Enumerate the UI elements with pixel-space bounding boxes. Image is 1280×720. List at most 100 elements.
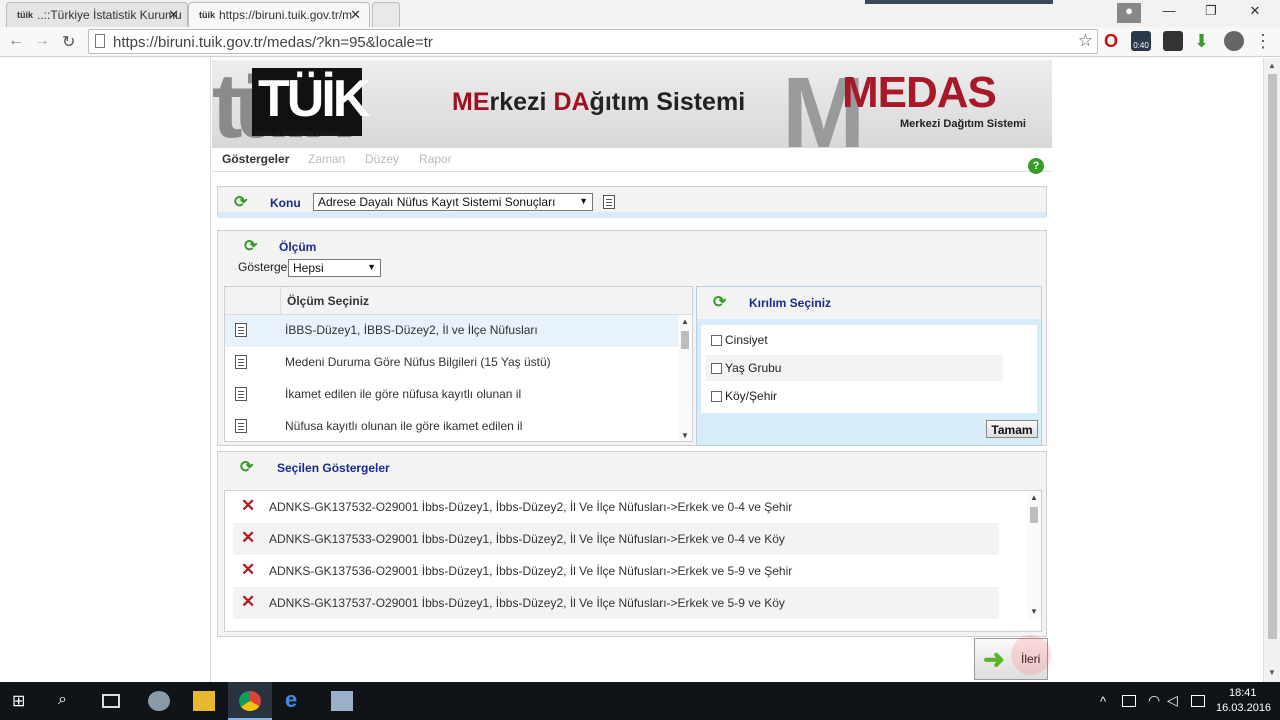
medas-logo: MEDAS	[842, 68, 997, 117]
tab-close-icon[interactable]: ✕	[168, 7, 179, 23]
chevron-down-icon: ▼	[579, 196, 588, 206]
secilen-list-scrollbar[interactable]: ▲ ▼	[1027, 491, 1041, 619]
browser-tab-biruni[interactable]: tüik https://biruni.tuik.gov.tr/m ✕	[188, 2, 370, 27]
page-info-icon[interactable]	[95, 34, 105, 48]
chrome-icon	[239, 691, 261, 711]
notifications-icon[interactable]	[1191, 695, 1205, 707]
list-item[interactable]: Medeni Duruma Göre Nüfus Bilgileri (15 Y…	[225, 347, 678, 379]
browser-tab-title: https://biruni.tuik.gov.tr/m	[219, 8, 353, 22]
scroll-thumb[interactable]	[1030, 507, 1038, 523]
volume-icon[interactable]: ◁	[1167, 692, 1178, 709]
konu-select[interactable]: Adrese Dayalı Nüfus Kayıt Sistemi Sonuçl…	[313, 193, 593, 211]
scroll-up-icon[interactable]: ▲	[1030, 493, 1038, 502]
new-tab-button[interactable]	[372, 2, 400, 27]
task-view-icon[interactable]	[102, 694, 120, 708]
screen-extension-icon[interactable]	[1163, 31, 1183, 51]
profile-icon[interactable]: ●	[1117, 3, 1141, 23]
document-icon	[235, 387, 247, 401]
address-bar[interactable]: https://biruni.tuik.gov.tr/medas/?kn=95&…	[88, 29, 1098, 54]
close-window-button[interactable]: ✕	[1240, 3, 1270, 23]
reload-icon[interactable]: ↻	[62, 32, 75, 52]
kirilim-option-koy-sehir[interactable]: Köy/Şehir	[705, 383, 1003, 409]
forward-arrow-icon[interactable]: →	[34, 32, 50, 50]
olcum-list-scrollbar[interactable]: ▲ ▼	[678, 315, 692, 441]
kirilim-panel: ⟳ Kırılım Seçiniz Cinsiyet Yaş Grubu Köy…	[696, 286, 1042, 446]
ileri-button[interactable]: ➜ İleri	[974, 635, 1051, 680]
opera-extension-icon[interactable]: O	[1104, 31, 1124, 51]
delete-x-icon[interactable]: ✕	[241, 592, 255, 612]
page-scrollbar[interactable]: ▲ ▼	[1263, 58, 1280, 682]
app-icon[interactable]	[148, 691, 170, 711]
internet-explorer-icon[interactable]: e	[285, 687, 307, 712]
document-icon	[235, 419, 247, 433]
file-explorer-icon[interactable]	[193, 691, 215, 711]
browser-tab-tuik-home[interactable]: tüik ..::Türkiye İstatistik Kurumu ✕	[6, 2, 188, 27]
minimize-button[interactable]: —	[1154, 3, 1184, 23]
checkbox[interactable]	[711, 363, 722, 374]
search-icon[interactable]: ⌕	[58, 691, 80, 711]
back-arrow-icon[interactable]: ←	[8, 32, 24, 50]
delete-x-icon[interactable]: ✕	[241, 496, 255, 516]
tab-gostergeler[interactable]: Göstergeler	[222, 152, 289, 166]
wifi-icon[interactable]: ◠	[1148, 692, 1160, 709]
secilen-label: Seçilen Göstergeler	[277, 461, 390, 475]
list-item[interactable]: İBBS-Düzey1, İBBS-Düzey2, İl ve İlçe Nüf…	[225, 315, 678, 347]
gosterge-select[interactable]: Hepsi ▼	[288, 259, 381, 277]
refresh-icon[interactable]: ⟳	[244, 239, 260, 255]
document-icon[interactable]	[603, 195, 615, 209]
scroll-up-icon[interactable]: ▲	[1268, 61, 1276, 70]
medas-banner: tüik TÜİK TÜRKİYE İSTATİSTİK KURUMU MErk…	[212, 60, 1052, 148]
tuik-logo-subtitle: TÜRKİYE İSTATİSTİK KURUMU	[254, 132, 343, 138]
scroll-thumb[interactable]	[681, 331, 689, 349]
restore-button[interactable]: ❐	[1196, 3, 1226, 23]
taskbar-date[interactable]: 16.03.2016	[1216, 702, 1271, 714]
table-row[interactable]: ✕ ADNKS-GK137533-O29001 İbbs-Düzey1, İbbs…	[233, 523, 999, 555]
battery-icon[interactable]	[1122, 695, 1136, 707]
scroll-down-icon[interactable]: ▼	[1268, 668, 1276, 677]
timer-extension-icon[interactable]: 0:40	[1131, 31, 1151, 51]
refresh-icon[interactable]: ⟳	[240, 460, 256, 476]
konu-label: Konu	[270, 196, 301, 210]
page-scroll-thumb[interactable]	[1268, 74, 1277, 639]
app-icon[interactable]	[331, 691, 353, 711]
list-item[interactable]: Nüfusa kayıtlı olunan ile göre ikamet ed…	[225, 411, 678, 441]
bookmark-star-icon[interactable]: ☆	[1078, 31, 1093, 51]
kirilim-option-yas-grubu[interactable]: Yaş Grubu	[705, 355, 1003, 381]
help-icon[interactable]: ?	[1028, 158, 1044, 174]
gosterge-label: Gösterge	[238, 260, 288, 274]
scroll-down-icon[interactable]: ▼	[1030, 607, 1038, 616]
table-row[interactable]: ✕ ADNKS-GK137532-O29001 İbbs-Düzey1, İbbs…	[233, 491, 999, 523]
secilen-list: ✕ ADNKS-GK137532-O29001 İbbs-Düzey1, İbbs…	[224, 490, 1042, 632]
taskbar-time[interactable]: 18:41	[1229, 687, 1257, 699]
checkbox[interactable]	[711, 335, 722, 346]
chrome-menu-icon[interactable]: ⋮	[1254, 31, 1274, 51]
delete-x-icon[interactable]: ✕	[241, 528, 255, 548]
refresh-icon[interactable]: ⟳	[234, 195, 250, 211]
table-row[interactable]: ✕ ADNKS-GK137537-O29001 İbbs-Düzey1, İbbs…	[233, 587, 999, 619]
banner-title: MErkezi DAğıtım Sistemi	[452, 88, 746, 116]
windows-start-icon[interactable]: ⊞	[12, 691, 34, 711]
tamam-button[interactable]: Tamam	[986, 420, 1038, 438]
chevron-up-icon[interactable]: ^	[1100, 694, 1106, 709]
click-highlight	[1011, 635, 1051, 675]
download-extension-icon[interactable]: ⬇	[1194, 31, 1214, 51]
arrow-right-icon: ➜	[983, 644, 1005, 674]
delete-x-icon[interactable]: ✕	[241, 560, 255, 580]
tab-duzey[interactable]: Düzey	[365, 152, 399, 166]
list-item[interactable]: İkamet edilen ile göre nüfusa kayıtlı ol…	[225, 379, 678, 411]
document-icon	[235, 323, 247, 337]
tab-zaman[interactable]: Zaman	[308, 152, 345, 166]
tab-close-icon[interactable]: ✕	[350, 7, 361, 23]
secilen-panel: ⟳ Seçilen Göstergeler ✕ ADNKS-GK137532-O2…	[217, 451, 1047, 637]
checkbox[interactable]	[711, 391, 722, 402]
scroll-up-icon[interactable]: ▲	[681, 317, 689, 326]
globe-extension-icon[interactable]	[1224, 31, 1244, 51]
kirilim-option-cinsiyet[interactable]: Cinsiyet	[705, 327, 1003, 353]
scroll-down-icon[interactable]: ▼	[681, 431, 689, 440]
table-row[interactable]: ✕ ADNKS-GK137536-O29001 İbbs-Düzey1, İbbs…	[233, 555, 999, 587]
refresh-icon[interactable]: ⟳	[713, 295, 729, 311]
olcum-list: Ölçüm Seçiniz İBBS-Düzey1, İBBS-Düzey2, …	[224, 286, 693, 442]
olcum-label: Ölçüm	[279, 240, 317, 254]
windows-taskbar: ⊞ ⌕ e ^ ◠ ◁ 18:41 16.03.2016	[0, 682, 1280, 720]
tab-rapor[interactable]: Rapor	[419, 152, 452, 166]
